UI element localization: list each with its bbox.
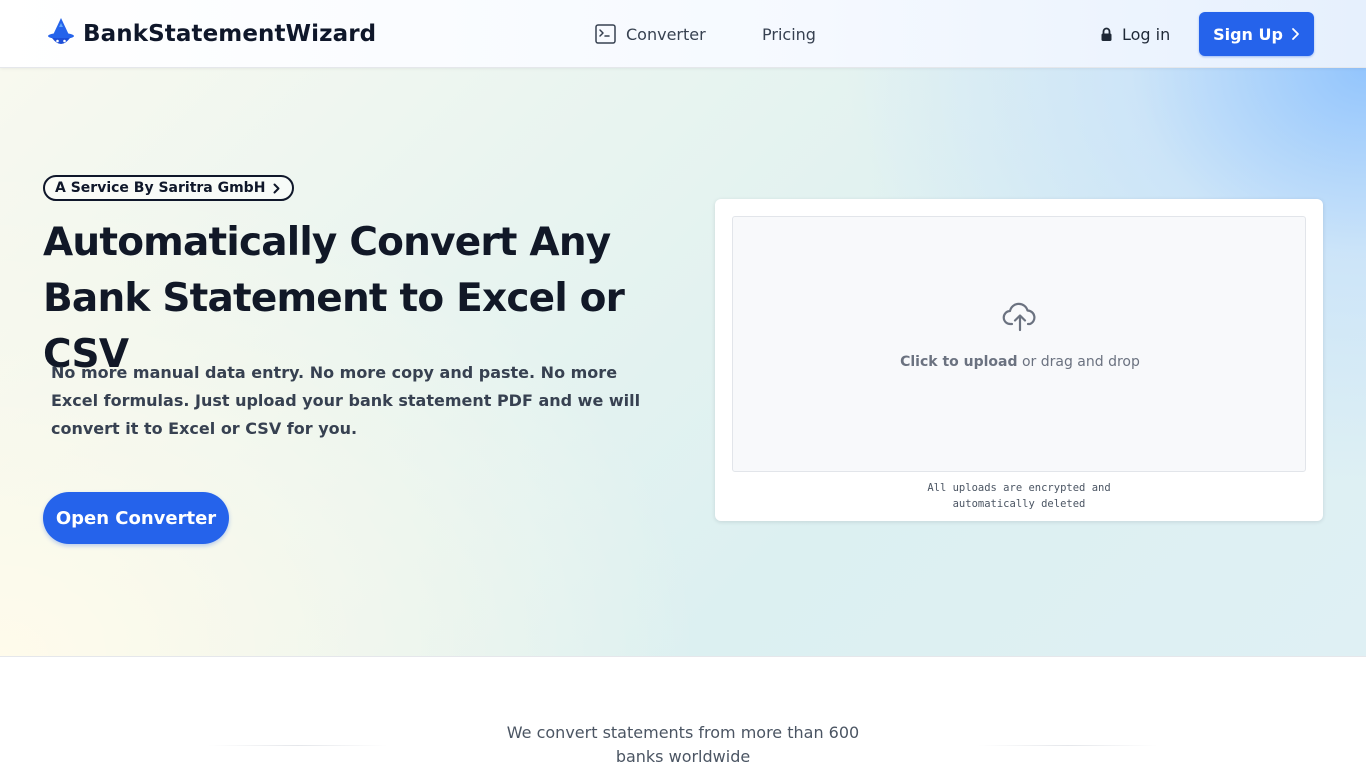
security-note-line2: automatically deleted (952, 498, 1086, 510)
hero-headline: Automatically Convert Any Bank Statement… (43, 215, 683, 383)
chevron-right-icon (1292, 28, 1299, 40)
wizard-hat-icon (48, 18, 74, 44)
brand-name: BankStatementWizard (83, 21, 377, 47)
service-badge-label: A Service By Saritra GmbH (55, 180, 266, 196)
nav-pricing[interactable]: Pricing (762, 22, 816, 46)
open-converter-button[interactable]: Open Converter (43, 492, 229, 544)
upload-card: Click to upload or drag and drop All upl… (715, 199, 1323, 521)
hero-subtext: No more manual data entry. No more copy … (51, 363, 641, 438)
nav-converter[interactable]: Converter (595, 22, 706, 46)
top-navbar: BankStatementWizard Converter Pricing Lo… (0, 0, 1366, 68)
terminal-icon (595, 24, 616, 44)
security-note: All uploads are encrypted and automatica… (715, 480, 1323, 512)
signup-label: Sign Up (1213, 24, 1283, 44)
login-link[interactable]: Log in (1100, 22, 1170, 46)
drag-drop-label: or drag and drop (1017, 354, 1140, 370)
chevron-right-icon (273, 183, 280, 193)
security-note-line1: All uploads are encrypted and (927, 482, 1111, 494)
nav-pricing-label: Pricing (762, 24, 816, 44)
upload-dropzone[interactable]: Click to upload or drag and drop (732, 216, 1306, 472)
banks-supported-text: We convert statements from more than 600… (506, 723, 860, 766)
click-to-upload-label[interactable]: Click to upload (900, 354, 1017, 370)
upload-instructions: Click to upload or drag and drop (733, 354, 1307, 370)
hero-section: A Service By Saritra GmbH Automatically … (0, 68, 1366, 657)
hero-headline-line1: Automatically Convert Any (43, 220, 611, 265)
divider-left (208, 745, 388, 746)
brand-logo[interactable]: BankStatementWizard (46, 17, 376, 51)
login-label: Log in (1122, 24, 1171, 44)
service-badge[interactable]: A Service By Saritra GmbH (43, 175, 295, 201)
divider-right (978, 745, 1158, 746)
signup-button[interactable]: Sign Up (1199, 12, 1314, 56)
cloud-upload-icon (1002, 302, 1036, 332)
nav-converter-label: Converter (626, 24, 706, 44)
lock-icon (1101, 27, 1112, 41)
